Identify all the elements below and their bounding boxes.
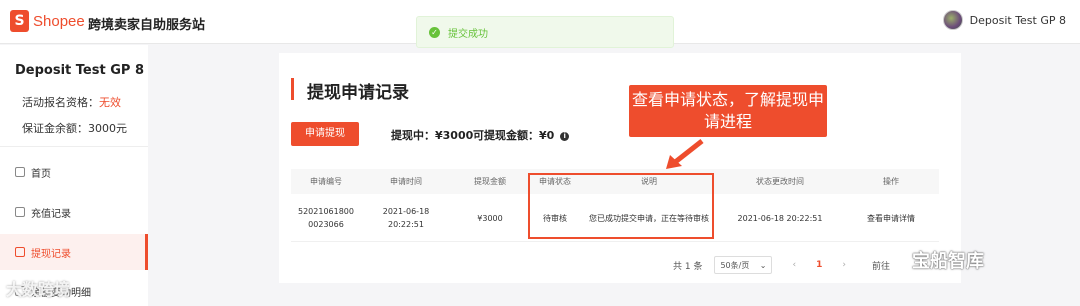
application-time: 2021-06-18 20:22:51 — [382, 207, 430, 229]
col-header: 申请时间 — [390, 177, 422, 186]
withdrawable-text: 可提现金额：¥0 — [473, 129, 555, 142]
avatar[interactable] — [942, 10, 963, 30]
sidebar-item-withdraw[interactable]: 提现记录 — [0, 234, 148, 270]
eligibility-info: 活动报名资格：无效 — [22, 94, 121, 110]
col-header: 状态更改时间 — [756, 177, 804, 186]
logo-text: Shopee — [33, 12, 85, 30]
check-circle-icon: ✓ — [429, 26, 440, 38]
page-title: 提现申请记录 — [307, 83, 409, 103]
next-page-icon[interactable]: › — [842, 260, 846, 270]
page-size-value: 50条/页 — [720, 260, 750, 270]
annotation-callout: 查看申请状态，了解提现申请进程 — [629, 85, 827, 137]
site-title: 跨境卖家自助服务站 — [88, 18, 206, 33]
withdraw-amount: ¥3000 — [477, 213, 503, 223]
withdraw-records-card: 提现申请记录 申请提现 提现中：¥3000 可提现金额：¥0 i 申请编号 申请… — [279, 53, 961, 283]
total-count: 共 1 条 — [673, 261, 703, 272]
page-size-select[interactable]: 50条/页 ⌄ — [714, 256, 773, 274]
eligibility-label: 活动报名资格： — [22, 96, 99, 109]
sidebar: Deposit Test GP 8 活动报名资格：无效 保证金余额：3000元 … — [0, 45, 148, 306]
highlight-box — [528, 173, 714, 239]
withdrawing-amount: 提现中：¥3000 — [391, 129, 474, 142]
eligibility-value: 无效 — [99, 96, 121, 109]
col-header: 申请编号 — [310, 177, 342, 186]
success-toast: ✓ 提交成功 — [416, 16, 674, 48]
watermark-right: 宝船智库 — [912, 251, 984, 272]
toast-text: 提交成功 — [448, 28, 488, 40]
col-header: 操作 — [883, 177, 899, 186]
apply-withdraw-button[interactable]: 申请提现 — [291, 122, 359, 146]
chevron-down-icon: ⌄ — [759, 260, 767, 270]
shopee-logo[interactable]: S Shopee — [10, 10, 85, 32]
sidebar-item-recharge[interactable]: 充值记录 — [0, 194, 148, 230]
status-change-time: 2021-06-18 20:22:51 — [737, 213, 823, 223]
page-number[interactable]: 1 — [816, 260, 822, 270]
deposit-label: 保证金余额： — [22, 122, 88, 135]
annotation-arrow-icon — [666, 139, 704, 169]
deposit-value: 3000元 — [88, 122, 127, 135]
info-icon[interactable]: i — [560, 131, 570, 141]
goto-label: 前往 — [871, 261, 890, 272]
col-header: 提现金额 — [474, 177, 506, 186]
home-icon — [15, 167, 25, 177]
deposit-info: 保证金余额：3000元 — [22, 120, 127, 136]
user-menu[interactable]: Deposit Test GP 8 — [942, 10, 1066, 30]
sidebar-item-home[interactable]: 首页 — [0, 154, 148, 190]
sidebar-item-label: 首页 — [31, 168, 51, 180]
withdrawable-amount: 可提现金额：¥0 i — [473, 127, 570, 143]
sidebar-item-label: 充值记录 — [31, 208, 71, 220]
sidebar-divider — [0, 146, 148, 147]
sidebar-item-label: 提现记录 — [31, 248, 71, 260]
user-name[interactable]: Deposit Test GP 8 — [970, 14, 1066, 27]
shopee-bag-icon: S — [10, 10, 29, 32]
application-id: 52021061800 0023066 — [298, 207, 354, 229]
prev-page-icon[interactable]: ‹ — [792, 260, 796, 270]
view-details-link[interactable]: 查看申请详情 — [843, 194, 939, 242]
title-accent — [291, 78, 294, 100]
recharge-icon — [15, 207, 25, 217]
watermark-left: 大数跨境 — [6, 280, 71, 299]
pagination: 共 1 条 50条/页 ⌄ ‹ 1 › 前往 — [673, 256, 890, 274]
shop-name: Deposit Test GP 8 — [15, 63, 144, 78]
withdraw-icon — [15, 247, 25, 257]
